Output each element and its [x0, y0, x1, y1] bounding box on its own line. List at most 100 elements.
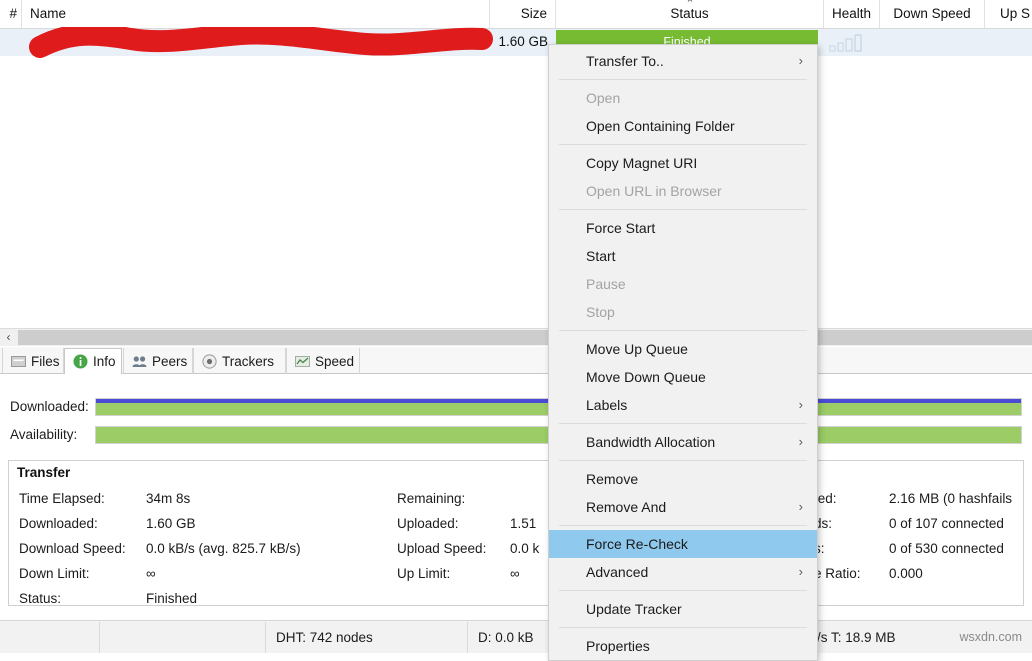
field-uploaded-label: Uploaded:: [397, 516, 459, 531]
tab-trackers-label: Trackers: [222, 353, 275, 369]
menu-item-remove-label: Remove: [586, 471, 639, 487]
status-bar: DHT: 742 nodes D: 0.0 kB B/s T: 18.9 MB …: [0, 620, 1032, 653]
menu-item-bandwidth-allocation[interactable]: Bandwidth Allocation ›: [549, 428, 817, 456]
menu-separator: [559, 209, 807, 210]
peers-icon: [132, 354, 147, 369]
column-header-up-speed[interactable]: Up S: [985, 0, 1032, 28]
row-size-cell: 1.60 GB: [498, 34, 548, 49]
menu-separator: [559, 525, 807, 526]
menu-item-pause-label: Pause: [586, 276, 626, 292]
menu-separator: [559, 590, 807, 591]
availability-progress-label: Availability:: [10, 427, 78, 442]
tab-peers[interactable]: Peers: [123, 348, 193, 374]
menu-item-stop: Stop: [549, 298, 817, 326]
downloaded-progress-label: Downloaded:: [10, 399, 89, 414]
menu-item-properties-label: Properties: [586, 638, 650, 654]
status-segment-1: [0, 622, 100, 653]
scrollbar-thumb[interactable]: [18, 330, 1032, 345]
table-row[interactable]: 1.60 GB Finished: [0, 29, 1032, 56]
field-down-limit-value: ∞: [146, 566, 156, 581]
field-seeds-value: 0 of 107 connected: [889, 516, 1004, 531]
field-status-value: Finished: [146, 591, 198, 606]
field-wasted-value: 2.16 MB (0 hashfails: [889, 491, 1013, 506]
menu-separator: [559, 460, 807, 461]
menu-item-advanced-label: Advanced: [586, 564, 649, 580]
tab-trackers[interactable]: Trackers: [193, 348, 286, 374]
field-remaining: Remaining:: [397, 487, 557, 511]
menu-item-bandwidth-allocation-label: Bandwidth Allocation: [586, 434, 716, 450]
column-header-down-speed[interactable]: Down Speed: [880, 0, 985, 28]
menu-item-start[interactable]: Start: [549, 242, 817, 270]
menu-item-pause: Pause: [549, 270, 817, 298]
field-status-label: Status:: [19, 591, 62, 606]
menu-item-start-label: Start: [586, 248, 616, 264]
field-status: Status: Finished: [19, 587, 399, 611]
tab-speed[interactable]: Speed: [286, 348, 360, 374]
availability-progress-row: Availability:: [0, 424, 1032, 446]
chevron-right-icon: ›: [798, 397, 803, 412]
field-up-limit-label: Up Limit:: [397, 566, 451, 581]
sort-ascending-icon: ⌃: [685, 0, 695, 10]
field-downloaded-label: Downloaded:: [19, 516, 98, 531]
field-upload-speed: Upload Speed: 0.0 k: [397, 537, 557, 561]
field-downloaded-value: 1.60 GB: [146, 516, 196, 531]
menu-item-force-re-check[interactable]: Force Re-Check: [549, 530, 817, 558]
menu-item-move-down-queue-label: Move Down Queue: [586, 369, 706, 385]
trackers-icon: [202, 353, 217, 369]
menu-item-remove-and[interactable]: Remove And ›: [549, 493, 817, 521]
menu-item-advanced[interactable]: Advanced ›: [549, 558, 817, 586]
detail-tabstrip: Files Info Peers Trackers Speed: [0, 347, 1032, 375]
field-upload-speed-label: Upload Speed:: [397, 541, 487, 556]
menu-item-transfer-to[interactable]: Transfer To.. ›: [549, 47, 817, 75]
menu-item-move-down-queue[interactable]: Move Down Queue: [549, 363, 817, 391]
scroll-left-icon[interactable]: ‹: [0, 329, 17, 346]
menu-item-labels[interactable]: Labels ›: [549, 391, 817, 419]
menu-item-open-containing-folder-label: Open Containing Folder: [586, 118, 735, 134]
horizontal-scrollbar[interactable]: ‹: [0, 328, 1032, 346]
menu-item-remove[interactable]: Remove: [549, 465, 817, 493]
chevron-right-icon: ›: [798, 564, 803, 579]
column-header-number-label: #: [9, 6, 17, 21]
field-share-ratio-label: e Ratio:: [814, 566, 861, 581]
tab-files-label: Files: [31, 353, 60, 369]
field-down-limit: Down Limit: ∞: [19, 562, 399, 586]
menu-item-force-start[interactable]: Force Start: [549, 214, 817, 242]
column-header-name[interactable]: Name: [22, 0, 490, 28]
menu-item-copy-magnet-uri[interactable]: Copy Magnet URI: [549, 149, 817, 177]
field-wasted: ted: 2.16 MB (0 hashfails: [814, 487, 1029, 511]
files-icon: [11, 354, 26, 369]
field-downloaded: Downloaded: 1.60 GB: [19, 512, 399, 536]
menu-item-properties[interactable]: Properties: [549, 632, 817, 660]
column-header-size[interactable]: Size: [490, 0, 556, 28]
context-menu[interactable]: Transfer To.. › Open Open Containing Fol…: [548, 44, 818, 661]
torrent-list-body[interactable]: [0, 56, 1032, 328]
menu-item-remove-and-label: Remove And: [586, 499, 667, 515]
status-segment-dht: DHT: 742 nodes: [266, 622, 468, 653]
chevron-right-icon: ›: [798, 53, 803, 68]
column-header-up-speed-label: Up S: [999, 6, 1030, 21]
menu-item-open: Open: [549, 84, 817, 112]
chevron-right-icon: ›: [798, 499, 803, 514]
field-time-elapsed-value: 34m 8s: [146, 491, 191, 506]
menu-item-update-tracker[interactable]: Update Tracker: [549, 595, 817, 623]
tab-info[interactable]: Info: [64, 348, 122, 375]
tab-files[interactable]: Files: [2, 348, 64, 374]
field-peers-value: 0 of 530 connected: [889, 541, 1004, 556]
menu-item-open-url-in-browser-label: Open URL in Browser: [586, 183, 722, 199]
menu-item-move-up-queue-label: Move Up Queue: [586, 341, 688, 357]
column-header-health[interactable]: Health: [824, 0, 880, 28]
menu-item-labels-label: Labels: [586, 397, 628, 413]
field-up-limit-value: ∞: [510, 566, 520, 581]
menu-item-move-up-queue[interactable]: Move Up Queue: [549, 335, 817, 363]
field-peers: s: 0 of 530 connected: [814, 537, 1029, 561]
column-header-number[interactable]: #: [0, 0, 22, 28]
speed-icon: [295, 354, 310, 369]
menu-item-open-containing-folder[interactable]: Open Containing Folder: [549, 112, 817, 140]
column-header-size-label: Size: [520, 6, 547, 21]
field-uploaded: Uploaded: 1.51: [397, 512, 557, 536]
field-down-limit-label: Down Limit:: [19, 566, 90, 581]
menu-item-force-re-check-label: Force Re-Check: [586, 536, 688, 552]
field-uploaded-value: 1.51: [510, 516, 537, 531]
menu-separator: [559, 330, 807, 331]
menu-item-transfer-to-label: Transfer To..: [586, 53, 664, 69]
